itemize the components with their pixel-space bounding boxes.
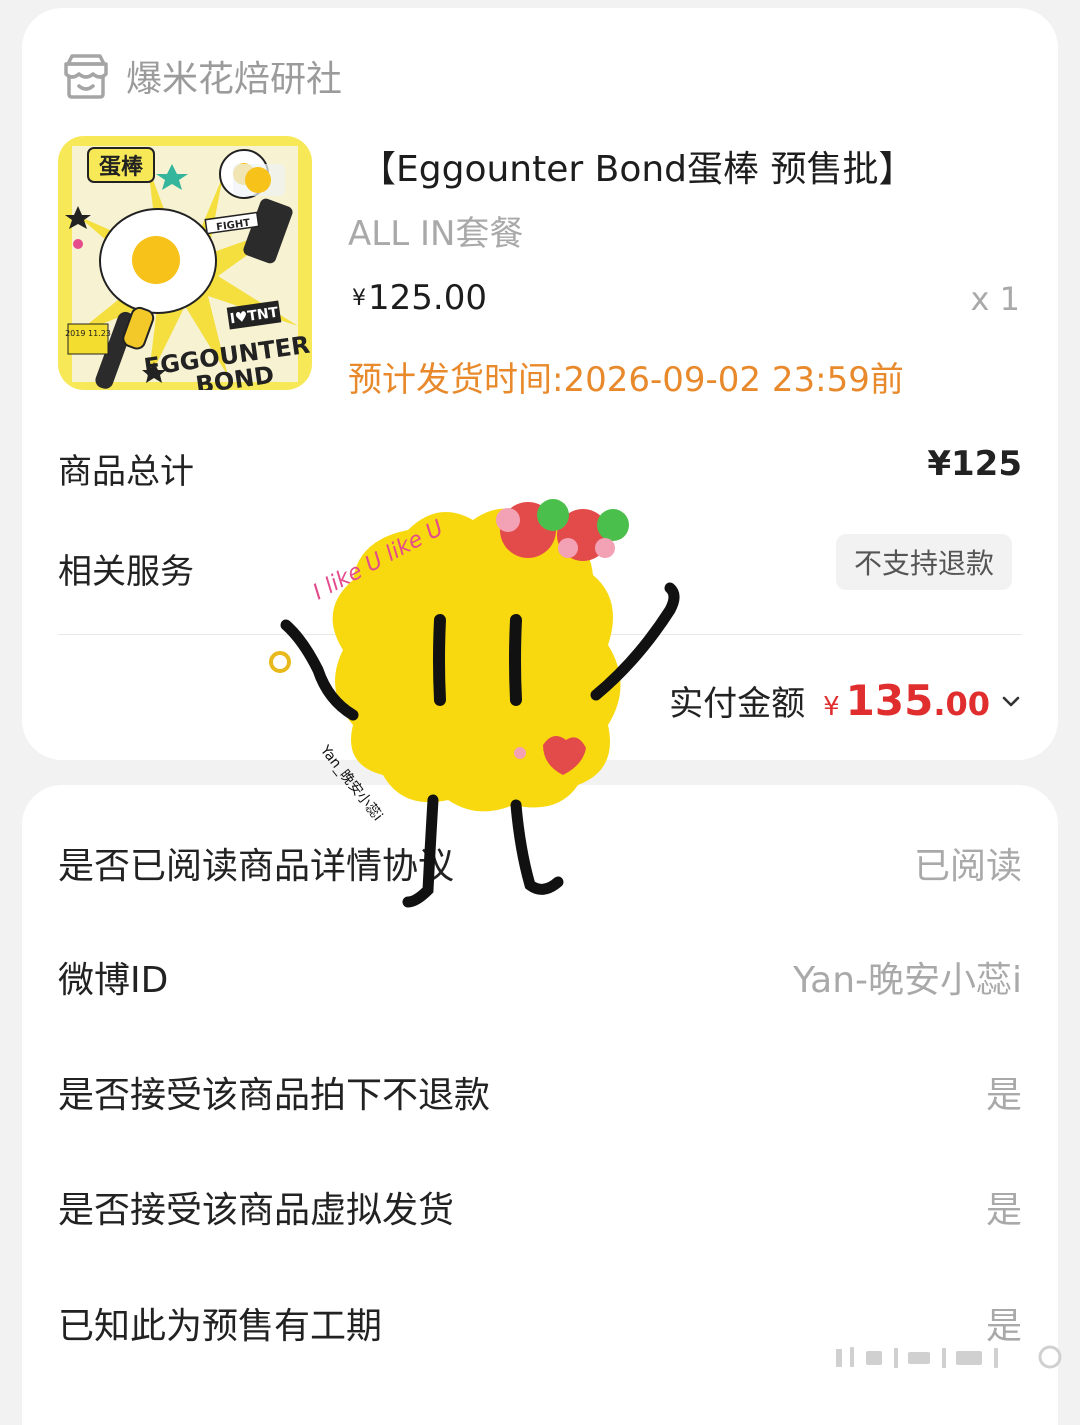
shop-header[interactable]: 爆米花焙研社 [60, 46, 342, 106]
question-value: 是 [985, 1190, 1022, 1231]
question-label: 已知此为预售有工期 [58, 1306, 383, 1347]
question-row: 是否接受该商品虚拟发货 是 [58, 1181, 1022, 1241]
divider [58, 634, 1022, 635]
chevron-down-icon[interactable] [1000, 690, 1022, 712]
question-label: 是否接受该商品虚拟发货 [58, 1190, 455, 1231]
image-cn-text: 蛋棒 [99, 155, 144, 180]
shipping-time: 预计发货时间:2026-09-02 23:59前 [348, 360, 904, 400]
question-value: 已阅读 [913, 846, 1022, 887]
question-label: 是否接受该商品拍下不退款 [58, 1075, 491, 1116]
paid-amount-row[interactable]: 实付金额 ¥ 135 .00 [669, 676, 1022, 725]
price-currency: ¥ [352, 286, 366, 311]
question-label: 微博ID [58, 960, 169, 1001]
no-refund-badge: 不支持退款 [835, 534, 1012, 590]
total-label: 商品总计 [58, 452, 194, 492]
question-row: 是否接受该商品拍下不退款 是 [58, 1066, 1022, 1126]
paid-label: 实付金额 [669, 684, 806, 724]
paid-amount-integer: 135 [845, 676, 934, 725]
product-price: ¥125.00 [352, 278, 487, 318]
question-value: Yan-晚安小蕊i [793, 960, 1022, 1001]
product-quantity: x 1 [970, 280, 1020, 318]
service-label: 相关服务 [58, 552, 194, 592]
price-value: 125.00 [368, 278, 487, 318]
product-image[interactable]: 蛋棒 FIGHT I♥TNT 2019 11.23 EGGOUNTER BOND [58, 136, 312, 390]
question-row: 微博ID Yan-晚安小蕊i [58, 951, 1022, 1011]
home-indicator [836, 1345, 1062, 1369]
product-sku: ALL IN套餐 [348, 214, 524, 254]
question-row: 是否已阅读商品详情协议 已阅读 [58, 837, 1022, 897]
paid-amount-decimal: .00 [933, 685, 990, 723]
order-questions-card: 是否已阅读商品详情协议 已阅读 微博ID Yan-晚安小蕊i 是否接受该商品拍下… [22, 785, 1058, 1425]
product-title[interactable]: 【Eggounter Bond蛋棒 预售批】 [360, 140, 914, 192]
total-value: ¥125 [927, 444, 1022, 484]
shop-name: 爆米花焙研社 [126, 59, 343, 100]
paid-currency: ¥ [823, 692, 840, 722]
image-date-text: 2019 11.23 [65, 329, 111, 338]
question-value: 是 [985, 1075, 1022, 1116]
question-value: 是 [985, 1306, 1022, 1347]
question-label: 是否已阅读商品详情协议 [58, 846, 455, 887]
order-card: 爆米花焙研社 蛋棒 FIGHT I♥TNT 2019 11.23 EGGOUNT… [22, 8, 1058, 760]
shop-icon [64, 54, 108, 99]
